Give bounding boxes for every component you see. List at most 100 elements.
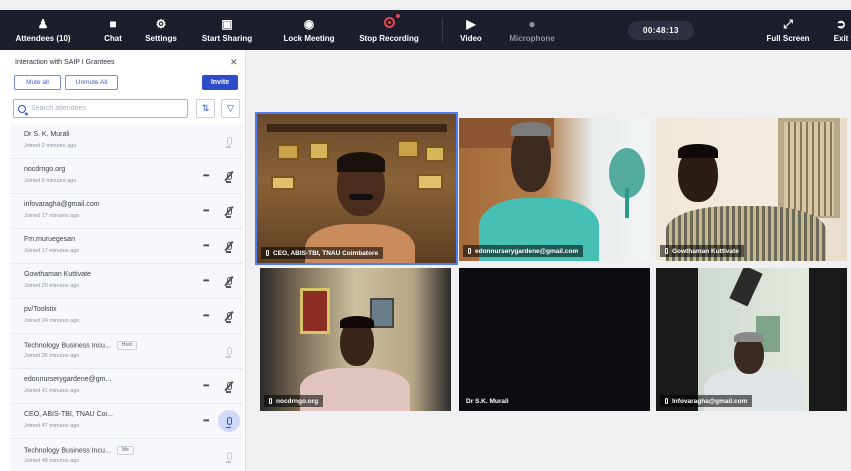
attendee-name: pv/Toolstix <box>24 306 57 313</box>
microphone-icon[interactable] <box>218 410 240 432</box>
chat-button[interactable]: ■ Chat <box>98 10 128 50</box>
meeting-toolbar: ♟ Attendees (10) ■ Chat ⚙ Settings ▣ Sta… <box>0 10 851 50</box>
more-options-icon[interactable]: ••• <box>203 171 209 180</box>
video-feed <box>260 268 451 411</box>
role-badge: Me <box>116 446 134 455</box>
video-name-text: Gowthaman Kuttivate <box>672 247 739 255</box>
attendee-name-text: Dr S. K. Murali <box>24 131 70 138</box>
video-tile[interactable]: Gowthaman Kuttivate <box>656 118 847 261</box>
attendee-name: CEO, ABIS-TBI, TNAU Coi... <box>24 411 113 418</box>
video-name-label: nocdrngo.org <box>264 395 324 407</box>
microphone-icon[interactable] <box>224 274 234 288</box>
video-label: Video <box>460 33 482 43</box>
video-feed <box>656 118 847 261</box>
exit-button[interactable]: ➲ Exit <box>828 10 851 50</box>
search-icon <box>18 104 26 113</box>
microphone-muted-icon[interactable] <box>224 134 234 148</box>
attendee-name-text: edonnurserygardene@gm... <box>24 376 112 383</box>
microphone-icon[interactable] <box>224 309 234 323</box>
attendee-name-text: nocdrngo.org <box>24 166 66 173</box>
video-name-text: CEO, ABIS-TBI, TNAU Coimbatore <box>273 249 379 257</box>
microphone-icon[interactable] <box>224 379 234 393</box>
video-tile-no-video[interactable]: Dr S.K. Murali <box>459 268 650 411</box>
exit-label: Exit <box>833 33 849 43</box>
microphone-muted-icon[interactable] <box>224 344 234 358</box>
video-name-label: Gowthaman Kuttivate <box>660 245 744 257</box>
attendee-name: edonnurserygardene@gm... <box>24 376 111 383</box>
invite-button[interactable]: Invite <box>202 75 238 90</box>
video-tile[interactable]: edonnurserygardene@gmail.com <box>459 118 650 261</box>
video-button[interactable]: ▶ Video <box>456 10 486 50</box>
attendee-row[interactable]: Technology Business Incu... Me Joined 48 m… <box>10 439 243 471</box>
attendee-name: Technology Business Incu... Host <box>24 341 138 350</box>
unmute-all-button[interactable]: Unmute All <box>65 75 118 90</box>
attendee-row[interactable]: infovaragha@gmail.com Joined 17 minutes a… <box>10 194 243 229</box>
sort-icon[interactable]: ⇅ <box>196 99 215 118</box>
expand-icon: ⤢ <box>783 16 793 31</box>
video-name-label: Infovaragha@gmail.com <box>660 395 753 407</box>
video-name-text: nocdrngo.org <box>276 397 319 405</box>
more-options-icon[interactable]: ••• <box>203 276 209 285</box>
video-tile[interactable]: CEO, ABIS-TBI, TNAU Coimbatore <box>255 112 458 265</box>
filter-icon[interactable]: ▽ <box>221 99 240 118</box>
more-options-icon[interactable]: ••• <box>203 311 209 320</box>
attendee-join-time: Joined 24 minutes ago <box>24 318 80 324</box>
microphone-button[interactable]: ● Microphone <box>504 10 560 50</box>
video-name-label: CEO, ABIS-TBI, TNAU Coimbatore <box>261 247 384 259</box>
attendee-name-text: CEO, ABIS-TBI, TNAU Coi... <box>24 411 113 418</box>
microphone-icon: ● <box>528 16 536 31</box>
exit-icon: ➲ <box>835 16 847 31</box>
more-options-icon[interactable]: ••• <box>203 416 209 425</box>
gear-icon: ⚙ <box>155 16 167 31</box>
attendee-join-time: Joined 8 minutes ago <box>24 178 77 184</box>
attendee-name: Dr S. K. Murali <box>24 131 70 138</box>
attendee-name: nocdrngo.org <box>24 166 65 173</box>
attendee-row[interactable]: Gowthaman Kuttivate Joined 20 minutes ago… <box>10 264 243 299</box>
search-box <box>13 99 188 118</box>
more-options-icon[interactable]: ••• <box>203 206 209 215</box>
meeting-timer: 00:48:13 <box>628 21 694 40</box>
attendee-join-time: Joined 41 minutes ago <box>24 388 80 394</box>
microphone-muted-icon[interactable] <box>224 449 234 463</box>
attendee-row[interactable]: pv/Toolstix Joined 24 minutes ago ••• <box>10 299 243 334</box>
attendees-button[interactable]: ♟ Attendees (10) <box>15 10 70 50</box>
lock-meeting-button[interactable]: ◉ Lock Meeting <box>280 10 338 50</box>
more-options-icon[interactable]: ••• <box>203 241 209 250</box>
attendee-row[interactable]: Technology Business Incu... Host Joined 26… <box>10 334 243 369</box>
attendee-row[interactable]: nocdrngo.org Joined 8 minutes ago ••• <box>10 159 243 194</box>
attendee-join-time: Joined 48 minutes ago <box>24 458 80 464</box>
attendee-row[interactable]: CEO, ABIS-TBI, TNAU Coi... Joined 47 minu… <box>10 404 243 439</box>
video-name-text: edonnurserygardene@gmail.com <box>475 247 579 255</box>
microphone-icon[interactable] <box>224 169 234 183</box>
settings-label: Settings <box>145 33 177 43</box>
attendee-name-text: Gowthaman Kuttivate <box>24 271 91 278</box>
attendee-row[interactable]: Fm.muruegesan Joined 17 minutes ago ••• <box>10 229 243 264</box>
full-screen-button[interactable]: ⤢ Full Screen <box>764 10 812 50</box>
video-name-text: Infovaragha@gmail.com <box>672 397 748 405</box>
attendee-join-time: Joined 17 minutes ago <box>24 213 80 219</box>
video-name-text: Dr S.K. Murali <box>466 397 509 405</box>
video-tile[interactable]: Infovaragha@gmail.com <box>656 268 847 411</box>
attendee-join-time: Joined 2 minutes ago <box>24 143 77 149</box>
video-feed <box>459 118 650 261</box>
mute-all-button[interactable]: Mute all <box>14 75 61 90</box>
attendee-row[interactable]: Dr S. K. Murali Joined 2 minutes ago <box>10 124 243 159</box>
microphone-icon[interactable] <box>224 204 234 218</box>
close-icon[interactable]: ✕ <box>230 57 238 68</box>
attendees-panel: Interaction with SAIP I Grantees ✕ Mute … <box>0 50 246 471</box>
video-name-label: Dr S.K. Murali <box>461 395 514 407</box>
attendee-join-time: Joined 17 minutes ago <box>24 248 80 254</box>
attendee-list: Dr S. K. Murali Joined 2 minutes ago nocdr… <box>10 124 243 471</box>
attendee-name: Fm.muruegesan <box>24 236 75 243</box>
attendee-row[interactable]: edonnurserygardene@gm... Joined 41 minute… <box>10 369 243 404</box>
video-tile[interactable]: nocdrngo.org <box>260 268 451 411</box>
record-icon <box>383 14 400 30</box>
stop-recording-button[interactable]: Stop Recording <box>359 10 419 50</box>
share-screen-icon: ▣ <box>221 16 233 31</box>
search-input[interactable] <box>31 105 181 112</box>
microphone-icon[interactable] <box>224 239 234 253</box>
attendee-join-time: Joined 47 minutes ago <box>24 423 80 429</box>
settings-button[interactable]: ⚙ Settings <box>140 10 182 50</box>
more-options-icon[interactable]: ••• <box>203 381 209 390</box>
start-sharing-button[interactable]: ▣ Start Sharing <box>198 10 256 50</box>
